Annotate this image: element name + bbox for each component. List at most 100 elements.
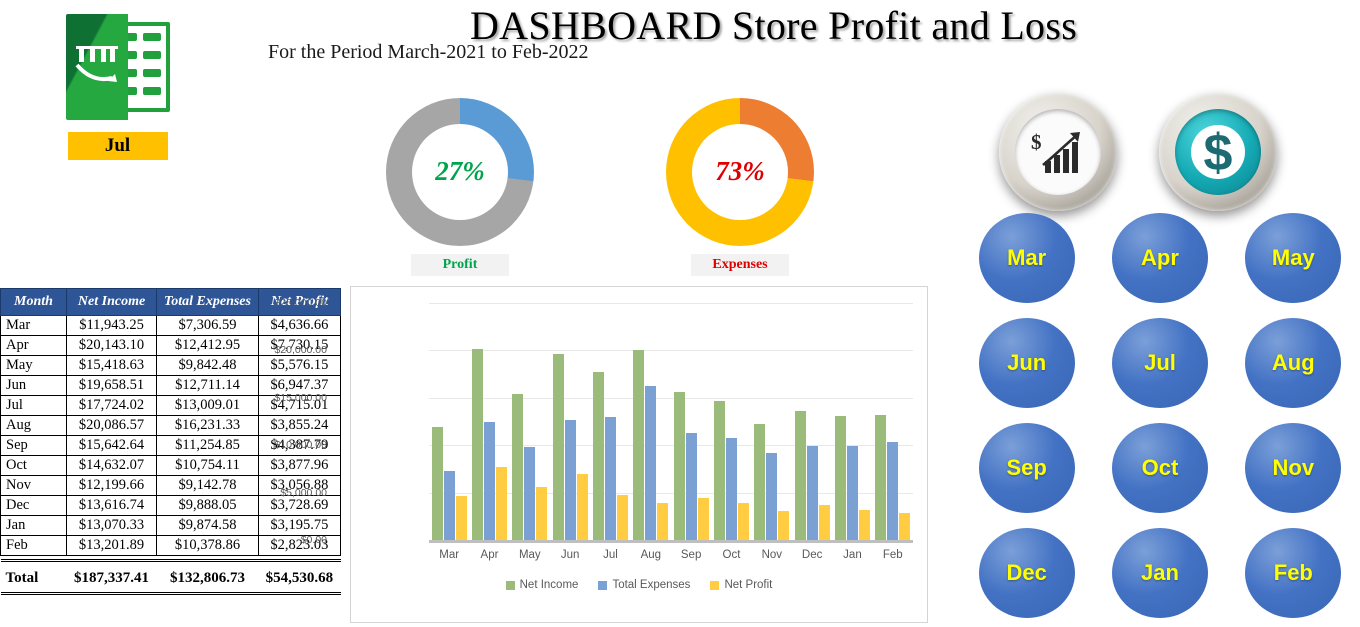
table-row: Mar $11,943.25 $7,306.59 $4,636.66 — [0, 314, 342, 336]
month-button-oct[interactable]: Oct — [1093, 415, 1226, 520]
x-tick-label: Jul — [603, 549, 618, 561]
bar — [604, 416, 616, 540]
bar-group — [590, 303, 630, 540]
cell-total-value: $187,337.41 — [66, 558, 157, 595]
bar-group — [550, 303, 590, 540]
month-button-feb[interactable]: Feb — [1227, 520, 1360, 625]
cell-month: Jul — [0, 394, 67, 416]
bar — [846, 446, 858, 540]
column-header-net-income: Net Income — [65, 288, 158, 316]
bar — [697, 498, 709, 540]
declining-chart-icon — [74, 46, 118, 82]
dashboard-header: DASHBOARD Store Profit and Loss For the … — [0, 0, 1360, 90]
workbook-block: Jul — [60, 8, 175, 160]
x-tick-label: May — [518, 549, 541, 561]
cell-value: $13,616.74 — [65, 494, 158, 516]
workbook-cover-icon — [65, 14, 128, 120]
month-button-dec[interactable]: Dec — [960, 520, 1093, 625]
month-button-label[interactable]: Aug — [1245, 317, 1342, 408]
bar — [471, 349, 483, 540]
x-tick-label: Apr — [480, 549, 499, 561]
legend-swatch — [598, 580, 608, 590]
cell-value: $5,576.15 — [257, 354, 342, 376]
month-button-mar[interactable]: Mar — [960, 205, 1093, 310]
coin-face: $ — [1015, 109, 1101, 195]
table-row: Jan $13,070.33 $9,874.58 $3,195.75 — [0, 514, 342, 536]
bar — [645, 386, 657, 540]
dollar-badge: $ — [1148, 92, 1288, 212]
cell-value: $3,855.24 — [257, 414, 342, 436]
month-button-sep[interactable]: Sep — [960, 415, 1093, 520]
cell-value: $7,306.59 — [156, 314, 259, 336]
bar — [455, 496, 467, 540]
month-button-jul[interactable]: Jul — [1093, 310, 1226, 415]
y-tick-label: $10,000.00 — [274, 439, 327, 452]
cell-month: Dec — [0, 494, 67, 516]
cell-value: $16,231.33 — [156, 414, 259, 436]
cell-value: $11,943.25 — [65, 314, 158, 336]
month-button-label[interactable]: Nov — [1245, 422, 1342, 513]
expenses-percent-value: 73% — [715, 156, 765, 186]
month-button-label[interactable]: Feb — [1245, 527, 1342, 618]
month-button-jan[interactable]: Jan — [1093, 520, 1226, 625]
month-button-label[interactable]: May — [1245, 212, 1342, 303]
x-tick-label: Nov — [761, 549, 783, 561]
bar — [887, 441, 899, 540]
bar-group — [832, 303, 872, 540]
cell-value: $15,642.64 — [65, 434, 158, 456]
cell-month: Jan — [0, 514, 67, 536]
legend-label: Total Expenses — [612, 579, 691, 591]
cell-value: $9,874.58 — [156, 514, 259, 536]
month-button-nov[interactable]: Nov — [1227, 415, 1360, 520]
month-button-label[interactable]: Jul — [1111, 317, 1208, 408]
bar — [858, 509, 870, 540]
month-button-label[interactable]: Dec — [978, 527, 1075, 618]
month-button-label[interactable]: Jun — [978, 317, 1075, 408]
bar — [806, 446, 818, 540]
kpi-expenses: 73% Expenses — [655, 98, 825, 276]
legend-swatch — [505, 580, 515, 590]
bar — [657, 503, 669, 540]
cell-total-value: $132,806.73 — [156, 558, 259, 595]
bar — [512, 393, 524, 540]
growth-chart-dollar-icon: $ — [1031, 130, 1080, 173]
bar — [766, 453, 778, 540]
month-button-label[interactable]: Sep — [978, 422, 1075, 513]
month-button-label[interactable]: Oct — [1111, 422, 1208, 513]
y-tick-label: $0.00 — [300, 534, 327, 546]
month-button-aug[interactable]: Aug — [1227, 310, 1360, 415]
cell-value: $13,201.89 — [65, 534, 158, 556]
month-button-apr[interactable]: Apr — [1093, 205, 1226, 310]
table-total-row: Total $187,337.41 $132,806.73 $54,530.68 — [0, 558, 341, 595]
month-button-may[interactable]: May — [1227, 205, 1360, 310]
chart-x-axis — [429, 540, 913, 543]
month-button-jun[interactable]: Jun — [960, 310, 1093, 415]
dollar-sign-icon: $ — [1191, 124, 1245, 182]
cell-total-value: $54,530.68 — [258, 558, 341, 595]
cell-month: Mar — [0, 314, 67, 336]
cell-month: Feb — [0, 534, 67, 556]
x-tick-label: Dec — [801, 549, 823, 561]
monthly-bar-chart: $0.00 $5,000.00 $10,000.00 $15,000.00 $20,00… — [274, 286, 928, 623]
x-tick-label: Jun — [560, 549, 580, 561]
bar — [524, 446, 536, 540]
cell-value: $14,632.07 — [65, 454, 158, 476]
legend-item: Total Expenses — [598, 579, 690, 591]
bar — [899, 513, 911, 540]
cell-month: May — [0, 354, 67, 376]
cell-month: Jun — [0, 374, 67, 396]
y-tick-label: $25,000.00 — [274, 297, 327, 309]
bar-group — [711, 303, 751, 540]
month-selector-grid: Mar Apr May Jun Jul Aug Sep Oct Nov Dec Jan Feb — [960, 205, 1360, 625]
excel-workbook-icon — [65, 8, 170, 126]
month-button-label[interactable]: Mar — [978, 212, 1075, 303]
svg-text:$: $ — [1031, 130, 1042, 154]
x-tick-label: Sep — [680, 549, 702, 561]
y-tick-label: $5,000.00 — [280, 486, 327, 499]
month-button-label[interactable]: Jan — [1111, 527, 1208, 618]
legend-swatch — [710, 580, 720, 590]
bar — [794, 410, 806, 540]
bar-group — [429, 303, 469, 540]
table-row: Aug $20,086.57 $16,231.33 $3,855.24 — [0, 414, 342, 436]
month-button-label[interactable]: Apr — [1111, 212, 1208, 303]
